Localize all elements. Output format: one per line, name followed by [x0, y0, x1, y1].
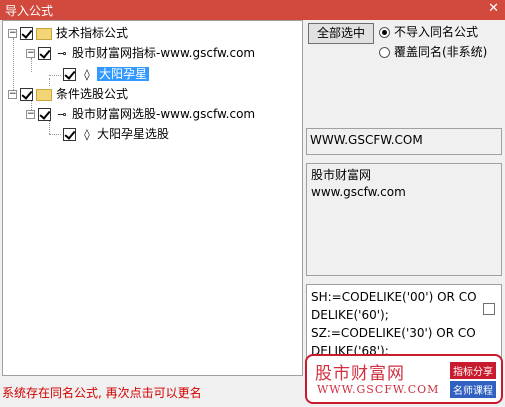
watermark-logo: 股市财富网 WWW.GSCFW.COM 指标分享 名师课程 — [305, 354, 503, 404]
option-checkbox[interactable] — [483, 303, 495, 315]
tree-node-gscfw-selection[interactable]: − ⊸ 股市财富网选股-www.gscfw.com — [26, 105, 255, 123]
collapse-icon[interactable]: − — [8, 29, 17, 38]
tree-node-tech-indicators[interactable]: − 技术指标公式 — [8, 24, 128, 42]
collapse-icon[interactable]: − — [26, 110, 35, 119]
tree-node-dayang-yunxing-selection[interactable]: ◊ 大阳孕星选股 — [63, 125, 169, 143]
window-title: 导入公式 — [5, 4, 54, 18]
folder-icon — [36, 88, 52, 101]
formula-tree[interactable]: − 技术指标公式 − ⊸ 股市财富网指标-www.gscfw.com ◊ 大阳孕星 − 条… — [2, 20, 303, 376]
tree-node-label: 大阳孕星选股 — [97, 127, 170, 141]
radio-overwrite[interactable]: 覆盖同名(非系统) — [379, 44, 487, 60]
folder-icon — [36, 27, 52, 40]
tree-line — [49, 75, 61, 76]
key-icon: ⊸ — [57, 107, 67, 121]
title-bar: 导入公式 ✕ — [0, 0, 505, 20]
tree-node-label: 大阳孕星 — [97, 67, 150, 81]
checkbox-checked[interactable] — [20, 88, 33, 101]
url-text: WWW.GSCFW.COM — [310, 133, 423, 147]
tree-node-label: 技术指标公式 — [56, 26, 129, 40]
watermark-tag: 名师课程 — [450, 381, 496, 398]
select-all-button[interactable]: 全部选中 — [308, 23, 374, 44]
radio-selected-icon[interactable] — [379, 27, 390, 38]
tree-node-label: 股市财富网选股-www.gscfw.com — [72, 107, 256, 121]
formula-icon: ◊ — [84, 67, 90, 81]
tree-line — [49, 134, 61, 135]
checkbox-checked[interactable] — [63, 68, 76, 81]
radio-no-import[interactable]: 不导入同名公式 — [379, 24, 478, 40]
url-panel: WWW.GSCFW.COM — [306, 128, 502, 155]
checkbox-checked[interactable] — [38, 108, 51, 121]
description-line: www.gscfw.com — [311, 185, 406, 199]
tree-node-dayang-yunxing[interactable]: ◊ 大阳孕星 — [63, 65, 150, 83]
collapse-icon[interactable]: − — [8, 90, 17, 99]
collapse-icon[interactable]: − — [26, 49, 35, 58]
tree-node-label: 条件选股公式 — [56, 87, 129, 101]
checkbox-checked[interactable] — [38, 47, 51, 60]
radio-label: 覆盖同名(非系统) — [394, 45, 488, 59]
watermark-name: 股市财富网 — [315, 364, 405, 384]
description-line: 股市财富网 — [311, 168, 372, 182]
close-icon[interactable]: ✕ — [488, 1, 499, 16]
watermark-tag: 指标分享 — [450, 362, 496, 379]
radio-label: 不导入同名公式 — [394, 25, 479, 39]
status-message: 系统存在同名公式, 再次点击可以更名 — [2, 386, 202, 400]
key-icon: ⊸ — [57, 46, 67, 60]
description-panel: 股市财富网 www.gscfw.com — [306, 163, 502, 276]
tree-node-label: 股市财富网指标-www.gscfw.com — [72, 46, 256, 60]
checkbox-checked[interactable] — [63, 128, 76, 141]
tree-node-gscfw-indicators[interactable]: − ⊸ 股市财富网指标-www.gscfw.com — [26, 44, 255, 62]
watermark-url: WWW.GSCFW.COM — [317, 383, 440, 396]
formula-icon: ◊ — [84, 127, 90, 141]
checkbox-checked[interactable] — [20, 27, 33, 40]
tree-node-stock-selection[interactable]: − 条件选股公式 — [8, 85, 128, 103]
formula-code: SH:=CODELIKE('00') OR CODELIKE('60'); SZ… — [311, 290, 477, 358]
radio-unselected-icon[interactable] — [379, 47, 390, 58]
